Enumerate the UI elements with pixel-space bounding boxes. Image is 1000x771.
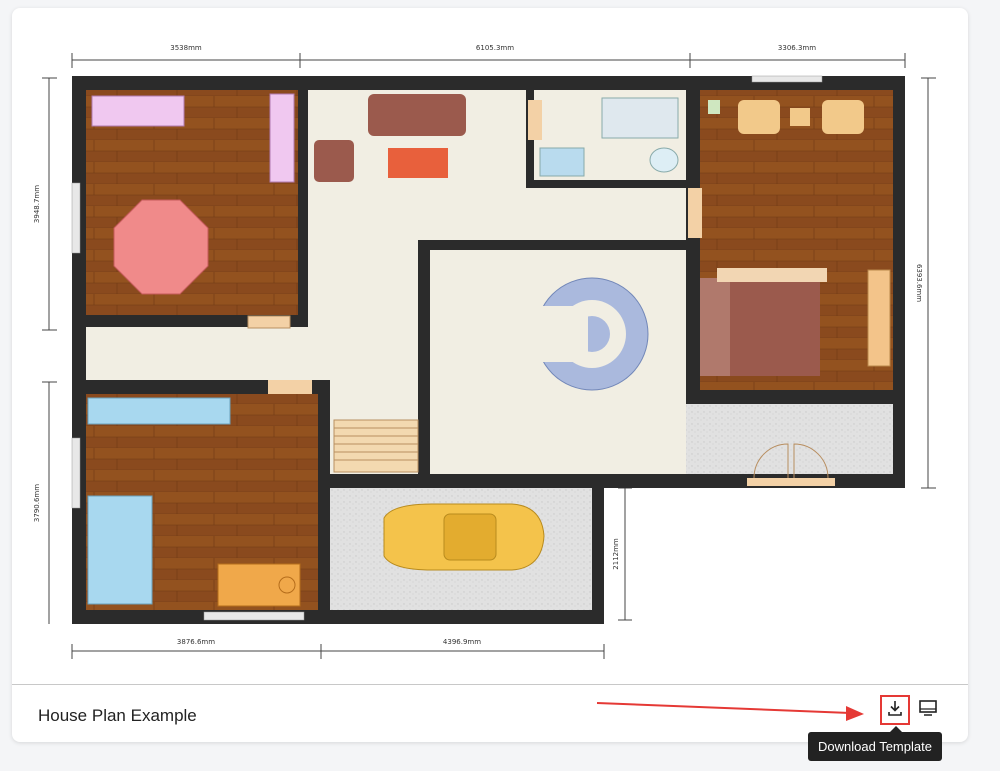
template-card[interactable]: 3538mm 6105.3mm 3306.3mm 3948.7mm 3790.6… bbox=[12, 8, 968, 742]
dim-garage: 2112mm bbox=[612, 538, 620, 570]
dim-left-bottom: 3790.6mm bbox=[33, 484, 41, 522]
dim-right: 6393.6mm bbox=[915, 264, 923, 302]
dim-top-2: 6105.3mm bbox=[476, 44, 514, 52]
download-template-button[interactable] bbox=[880, 695, 910, 725]
dim-bottom-2: 4396.9mm bbox=[443, 638, 481, 646]
download-icon bbox=[886, 699, 904, 722]
template-title: House Plan Example bbox=[38, 706, 197, 725]
dim-left-top: 3948.7mm bbox=[33, 185, 41, 223]
download-tooltip: Download Template bbox=[808, 726, 942, 761]
floor-plan-image: 3538mm 6105.3mm 3306.3mm 3948.7mm 3790.6… bbox=[33, 44, 936, 659]
dim-top-3: 3306.3mm bbox=[778, 44, 816, 52]
present-button[interactable] bbox=[913, 695, 943, 725]
dim-top-1: 3538mm bbox=[170, 44, 202, 52]
dim-bottom-1: 3876.6mm bbox=[177, 638, 215, 646]
monitor-icon bbox=[918, 699, 938, 722]
